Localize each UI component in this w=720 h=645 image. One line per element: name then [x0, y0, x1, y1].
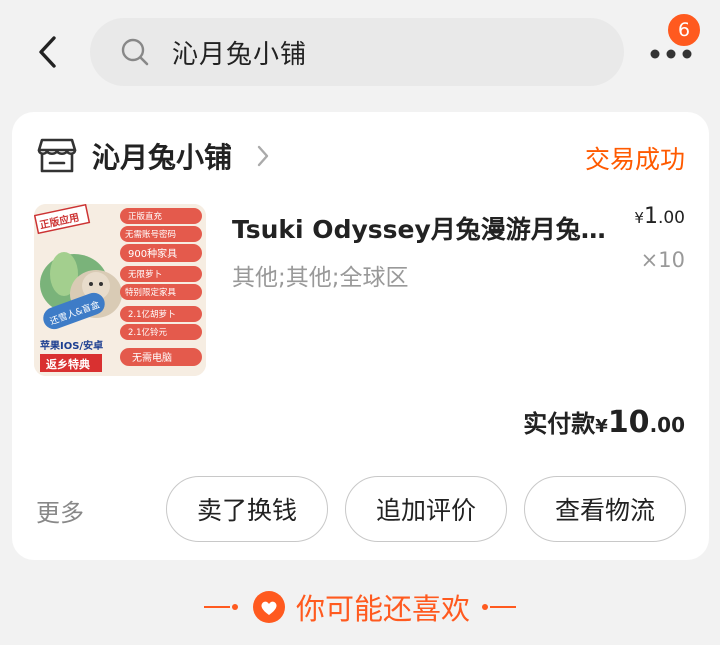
- add-review-button[interactable]: 追加评价: [345, 476, 507, 542]
- image-text-1: 正版直充: [128, 211, 163, 222]
- image-text-4: 无限萝卜: [128, 269, 162, 280]
- product-thumbnail[interactable]: 还雪人&盲盒 正版应用 正版直充 无需账号密码 900种家具 无限萝卜 特别限定: [34, 204, 206, 376]
- recommend-title: 你可能还喜欢: [295, 592, 470, 626]
- notification-badge: 6: [666, 12, 702, 48]
- heart-icon: [252, 591, 285, 623]
- paid-dec: .00: [649, 413, 685, 437]
- image-text-5: 特别限定家具: [125, 287, 177, 298]
- image-text-10: 返乡特典: [46, 357, 90, 371]
- back-button[interactable]: [28, 28, 68, 76]
- unit-price: ¥1.00: [634, 204, 685, 229]
- product-title[interactable]: Tsuki Odyssey月兔漫游月兔奥...: [232, 210, 627, 246]
- right-dash-dot-icon: [482, 604, 516, 610]
- paid-amount: 实付款 ¥10.00: [523, 404, 685, 440]
- search-bar[interactable]: 沁月兔小铺: [90, 18, 624, 86]
- search-query: 沁月兔小铺: [172, 39, 308, 70]
- left-dash-dot-icon: [203, 604, 238, 610]
- recommend-header: 你可能还喜欢: [0, 582, 720, 632]
- paid-symbol: ¥: [595, 416, 608, 437]
- image-text-11: 无需电脑: [132, 351, 172, 364]
- view-logistics-button[interactable]: 查看物流: [524, 476, 686, 542]
- product-spec: 其他;其他;全球区: [232, 265, 409, 291]
- quantity: ×10: [640, 248, 685, 272]
- order-card[interactable]: 沁月兔小铺 交易成功 还雪人&盲盒 正版应用 正版直充 无需账号密码 900种家…: [12, 112, 709, 560]
- top-bar: 沁月兔小铺 6: [0, 0, 720, 104]
- paid-label: 实付款: [523, 410, 596, 438]
- unit-price-symbol: ¥: [634, 209, 644, 227]
- sell-for-cash-button[interactable]: 卖了换钱: [166, 476, 328, 542]
- image-text-7: 2.1亿胡萝卜: [128, 309, 176, 320]
- image-text-3: 900种家具: [128, 247, 177, 260]
- image-text-8: 2.1亿铃元: [128, 327, 168, 338]
- more-link[interactable]: 更多: [36, 493, 84, 528]
- store-icon: [36, 134, 78, 176]
- store-name[interactable]: 沁月兔小铺: [92, 136, 232, 176]
- more-dots-icon: [650, 49, 692, 59]
- order-status: 交易成功: [584, 145, 685, 174]
- search-icon: [120, 37, 150, 67]
- chevron-right-icon[interactable]: [254, 142, 272, 170]
- unit-price-dec: .00: [657, 208, 685, 228]
- image-text-9: 苹果IOS/安卓: [40, 339, 103, 352]
- paid-int: 10: [607, 405, 650, 440]
- chevron-left-icon: [39, 36, 56, 68]
- image-text-2: 无需账号密码: [125, 229, 176, 240]
- unit-price-int: 1: [643, 204, 658, 229]
